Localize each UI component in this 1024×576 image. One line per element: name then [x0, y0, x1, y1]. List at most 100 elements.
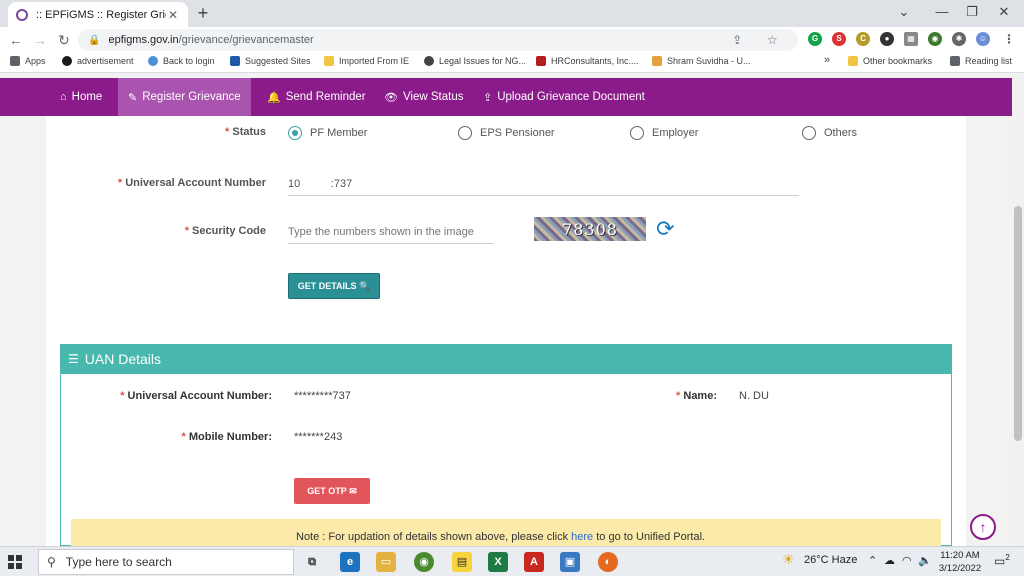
unified-portal-link[interactable]: here: [571, 531, 593, 543]
unified-portal-note: Note : For updation of details shown abo…: [71, 519, 941, 546]
edge-icon[interactable]: e: [340, 552, 360, 572]
home-icon: ⌂: [60, 91, 67, 103]
uan-details-uan-label: * Universal Account Number:: [120, 390, 272, 402]
bookmarks-bar: Apps advertisement Back to login Suggest…: [0, 53, 1024, 73]
extensions-puzzle-icon[interactable]: ✱: [952, 32, 966, 46]
reading-list[interactable]: Reading list: [950, 56, 1012, 66]
list-icon: ☰: [68, 352, 79, 366]
bookmark-item[interactable]: Shram Suvidha - U...: [652, 56, 751, 66]
tab-title: :: EPFiGMS :: Register Grievance: [36, 8, 166, 21]
edit-icon: ✎: [128, 91, 138, 104]
sticky-notes-icon[interactable]: ▤: [452, 552, 472, 572]
url-path: /grievance/grievancemaster: [178, 34, 314, 46]
other-bookmarks-folder[interactable]: Other bookmarks: [848, 56, 932, 66]
weather-icon: ☀: [782, 551, 795, 567]
bing-icon: [230, 56, 240, 66]
weather-text[interactable]: 26°C Haze: [804, 554, 857, 566]
globe-icon: [424, 56, 434, 66]
refresh-captcha-icon[interactable]: ⟳: [656, 217, 674, 241]
chrome-icon[interactable]: ◉: [414, 552, 434, 572]
site-favicon-icon: [16, 8, 28, 21]
share-icon[interactable]: ⇪: [732, 33, 742, 47]
onedrive-icon[interactable]: ☁: [884, 554, 895, 567]
bookmark-item[interactable]: Suggested Sites: [230, 56, 311, 66]
tab-close-icon[interactable]: ✕: [166, 8, 180, 22]
nav-view-status[interactable]: 👁 View Status: [384, 78, 463, 116]
bookmark-item[interactable]: advertisement: [62, 56, 134, 66]
bookmark-star-icon[interactable]: ☆: [767, 33, 778, 47]
browser-menu-icon[interactable]: ⋮: [1002, 32, 1016, 46]
extension-dark-icon[interactable]: ●: [880, 32, 894, 46]
security-code-label: * Security Code: [184, 225, 266, 237]
minimize-button[interactable]: —: [930, 3, 954, 21]
radio-button[interactable]: [630, 126, 644, 140]
site-nav-bar: ⌂ Home ✎ Register Grievance 🔔 Send Reminder…: [0, 78, 1012, 116]
uan-details-name-value: N. DU: [739, 390, 769, 402]
windows-start-icon[interactable]: [8, 555, 22, 569]
nav-home[interactable]: ⌂ Home: [60, 78, 102, 116]
extension-red-icon[interactable]: S: [832, 32, 846, 46]
message-icon: ✉: [349, 485, 357, 496]
more-bookmarks-icon[interactable]: »: [824, 54, 830, 66]
tab-search-icon[interactable]: ⌄: [892, 3, 916, 21]
bookmark-site-icon: [62, 56, 72, 66]
extension-globe-icon[interactable]: ◉: [928, 32, 942, 46]
radio-others[interactable]: Others: [802, 126, 857, 140]
uan-details-name-label: * Name:: [676, 390, 717, 402]
close-window-button[interactable]: ✕: [992, 3, 1016, 21]
shram-suvidha-icon: [652, 56, 662, 66]
file-explorer-icon[interactable]: ▭: [376, 552, 396, 572]
uan-label: * Universal Account Number: [117, 177, 266, 189]
store-icon[interactable]: ▣: [560, 552, 580, 572]
nav-register-grievance[interactable]: ✎ Register Grievance: [118, 78, 251, 116]
upload-icon: ⇪: [483, 91, 493, 104]
grammarly-extension-icon[interactable]: G: [808, 32, 822, 46]
scroll-to-top-button[interactable]: ↑: [970, 514, 996, 540]
profile-avatar[interactable]: ☺: [976, 32, 990, 46]
extension-box-icon[interactable]: ▦: [904, 32, 918, 46]
apps-grid-icon: [10, 56, 20, 66]
radio-eps-pensioner[interactable]: EPS Pensioner: [458, 126, 555, 140]
extension-c-icon[interactable]: C: [856, 32, 870, 46]
browser-tab[interactable]: :: EPFiGMS :: Register Grievance ✕: [8, 2, 188, 27]
reload-icon[interactable]: ↻: [54, 30, 74, 50]
tray-chevron-icon[interactable]: ⌃: [868, 554, 877, 567]
url-input[interactable]: 🔒 epfigms.gov.in/grievance/grievancemast…: [78, 29, 798, 51]
taskbar-clock[interactable]: 11:20 AM 3/12/2022: [934, 549, 986, 575]
notification-icon[interactable]: ▭2: [994, 553, 1010, 568]
firefox-icon[interactable]: ◐: [598, 552, 618, 572]
uan-details-header: ☰ UAN Details: [60, 344, 952, 374]
radio-pf-member[interactable]: PF Member: [288, 126, 367, 140]
taskbar-search-input[interactable]: ⚲ Type here to search: [38, 549, 294, 575]
maximize-button[interactable]: ❐: [960, 3, 984, 21]
acrobat-icon[interactable]: A: [524, 552, 544, 572]
radio-button-checked[interactable]: [288, 126, 302, 140]
uan-input[interactable]: [288, 176, 799, 196]
radio-employer[interactable]: Employer: [630, 126, 698, 140]
uan-details-uan-value: *********737: [294, 390, 351, 402]
search-icon: ⚲: [47, 555, 56, 569]
scrollbar-thumb[interactable]: [1014, 206, 1022, 441]
bookmark-item[interactable]: HRConsultants, Inc....: [536, 56, 639, 66]
nav-upload-document[interactable]: ⇪ Upload Grievance Document: [483, 78, 645, 116]
mobile-number-value: *******243: [294, 431, 343, 443]
volume-icon[interactable]: 🔈: [918, 554, 932, 567]
get-otp-button[interactable]: GET OTP ✉: [294, 478, 370, 504]
security-code-input[interactable]: [288, 224, 494, 244]
new-tab-button[interactable]: +: [194, 3, 212, 23]
wifi-icon[interactable]: ◠: [902, 554, 912, 567]
page-scrollbar[interactable]: [1012, 78, 1024, 546]
forward-arrow-icon[interactable]: →: [30, 30, 50, 50]
bookmark-item[interactable]: Apps: [10, 56, 46, 66]
excel-icon[interactable]: X: [488, 552, 508, 572]
status-label: * Status: [225, 126, 266, 138]
nav-send-reminder[interactable]: 🔔 Send Reminder: [267, 78, 366, 116]
back-arrow-icon[interactable]: ←: [6, 30, 26, 50]
radio-button[interactable]: [458, 126, 472, 140]
bookmark-folder[interactable]: Imported From IE: [324, 56, 409, 66]
task-view-icon[interactable]: ⧉: [302, 552, 322, 572]
get-details-button[interactable]: GET DETAILS 🔍: [288, 273, 380, 299]
bookmark-item[interactable]: Legal Issues for NG...: [424, 56, 526, 66]
radio-button[interactable]: [802, 126, 816, 140]
bookmark-item[interactable]: Back to login: [148, 56, 215, 66]
